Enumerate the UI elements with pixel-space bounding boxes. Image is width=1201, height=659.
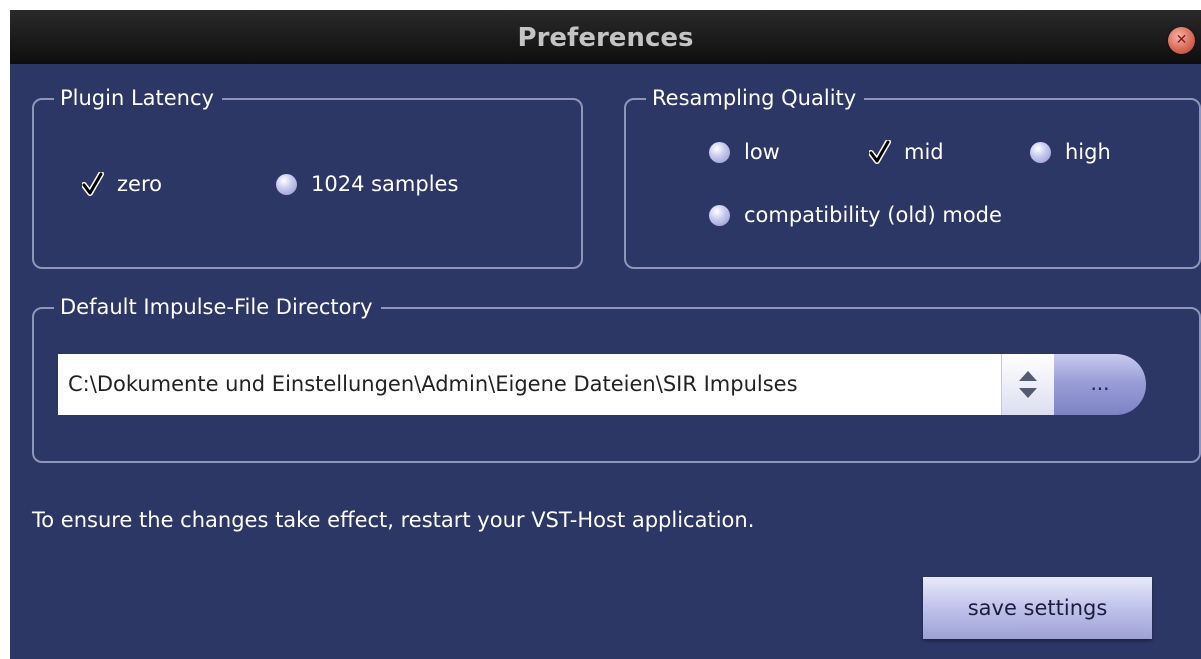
radio-dot-icon [709, 204, 730, 226]
resampling-quality-group: Resampling Quality low mid high compatib… [624, 85, 1201, 269]
close-button[interactable]: ✕ [1168, 27, 1195, 54]
quality-option-high[interactable]: high [1030, 140, 1111, 164]
latency-option-label: zero [117, 172, 162, 196]
directory-path-field[interactable]: C:\Dokumente und Einstellungen\Admin\Eig… [58, 354, 1001, 415]
quality-option-mid[interactable]: mid [869, 140, 944, 164]
resampling-quality-label: Resampling Quality [646, 85, 865, 111]
preferences-window: Preferences ✕ Plugin Latency zero 1024 s… [10, 10, 1201, 659]
quality-option-compatibility-mode[interactable]: compatibility (old) mode [709, 203, 1002, 227]
latency-option-zero[interactable]: zero [82, 172, 162, 196]
restart-hint-text: To ensure the changes take effect, resta… [32, 508, 755, 532]
quality-option-label: high [1065, 140, 1111, 164]
window-title: Preferences [517, 23, 694, 53]
directory-path-text: C:\Dokumente und Einstellungen\Admin\Eig… [68, 372, 798, 396]
checkmark-icon [82, 172, 104, 196]
plugin-latency-group: Plugin Latency zero 1024 samples [32, 85, 583, 269]
radio-dot-icon [1030, 141, 1051, 163]
impulse-directory-label: Default Impulse-File Directory [54, 294, 381, 320]
checkmark-icon [869, 140, 891, 164]
quality-option-label: low [744, 140, 780, 164]
save-settings-button[interactable]: save settings [923, 577, 1152, 639]
radio-dot-icon [709, 141, 730, 163]
quality-option-label: compatibility (old) mode [744, 203, 1002, 227]
plugin-latency-label: Plugin Latency [54, 85, 222, 111]
up-down-arrows-icon [1019, 371, 1037, 398]
title-bar: Preferences ✕ [10, 10, 1201, 64]
close-icon: ✕ [1175, 32, 1188, 48]
latency-option-label: 1024 samples [311, 172, 459, 196]
quality-option-low[interactable]: low [709, 140, 780, 164]
directory-dropdown-toggle[interactable] [1001, 354, 1054, 415]
browse-button[interactable]: ... [1054, 354, 1146, 415]
quality-option-label: mid [904, 140, 944, 164]
latency-option-1024-samples[interactable]: 1024 samples [276, 172, 458, 196]
radio-dot-icon [276, 173, 297, 195]
directory-combo: C:\Dokumente und Einstellungen\Admin\Eig… [58, 354, 1150, 415]
